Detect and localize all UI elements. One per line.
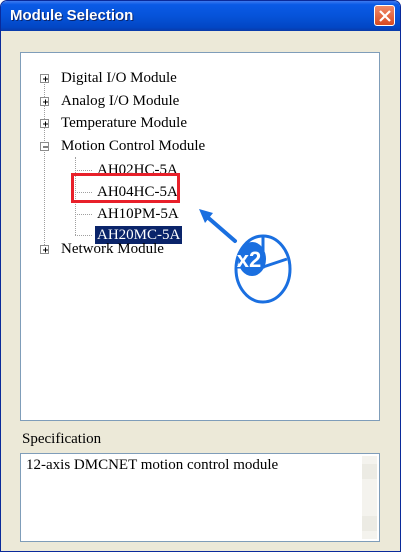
expand-icon[interactable] [40, 245, 49, 254]
tree-item-digital-io-module[interactable]: Digital I/O Module [61, 69, 177, 87]
tree-item-temperature-module[interactable]: Temperature Module [61, 114, 187, 132]
specification-scrollbar[interactable] [362, 456, 377, 539]
tree-item-ah02hc-5a[interactable]: AH02HC-5A [97, 161, 178, 179]
tree-connector [75, 214, 92, 215]
double-click-badge: x2 [237, 247, 261, 272]
dialog-title: Module Selection [10, 7, 134, 24]
tree-item-network-module[interactable]: Network Module [61, 240, 164, 258]
tree-connector [75, 170, 92, 171]
expand-icon[interactable] [40, 119, 49, 128]
tree-item-analog-io-module[interactable]: Analog I/O Module [61, 92, 179, 110]
scroll-down-button[interactable] [362, 516, 377, 531]
close-button[interactable] [374, 5, 395, 26]
specification-text: 12-axis DMCNET motion control module [26, 457, 279, 473]
tree-item-ah04hc-5a[interactable]: AH04HC-5A [97, 183, 178, 201]
expand-icon[interactable] [40, 74, 49, 83]
tree-item-motion-control-module[interactable]: Motion Control Module [61, 137, 205, 155]
tree-connector [75, 157, 76, 235]
module-selection-dialog: Module Selection Digital I/O Module Anal… [0, 0, 401, 552]
tree-connector [75, 192, 92, 193]
close-icon [379, 10, 391, 22]
tree-connector [75, 235, 92, 236]
collapse-icon[interactable] [40, 142, 49, 151]
mouse-double-click-icon: x2 [199, 209, 292, 304]
specification-box: 12-axis DMCNET motion control module [20, 453, 380, 542]
tree-item-ah10pm-5a[interactable]: AH10PM-5A [97, 205, 179, 223]
scroll-up-button[interactable] [362, 464, 377, 479]
expand-icon[interactable] [40, 97, 49, 106]
title-bar[interactable]: Module Selection [1, 1, 400, 31]
specification-label: Specification [22, 431, 102, 447]
